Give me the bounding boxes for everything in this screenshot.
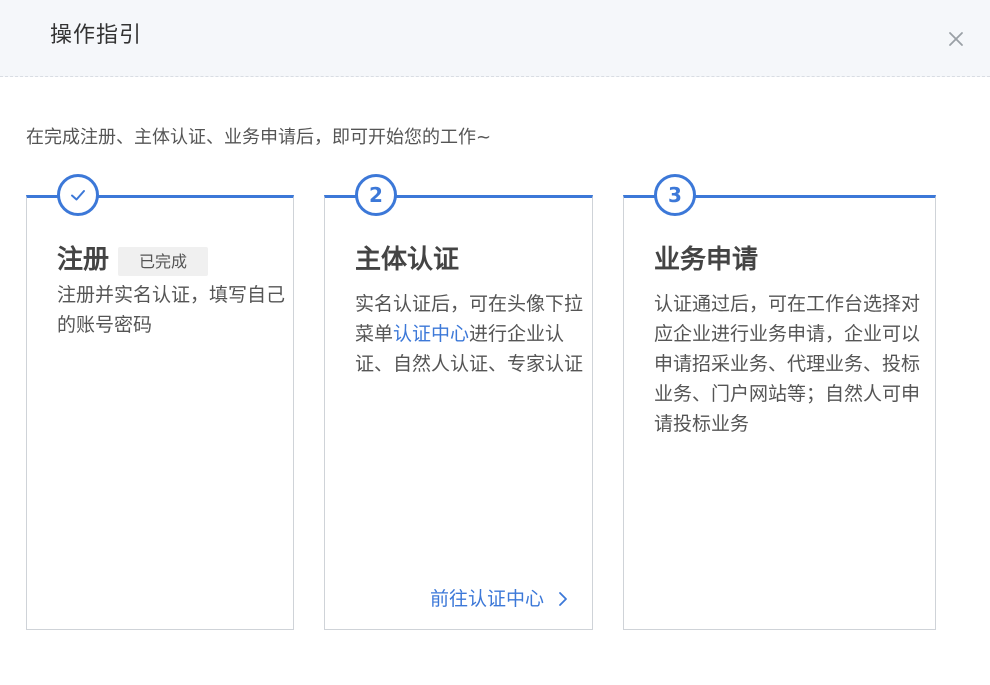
step-2-circle: 2 bbox=[355, 174, 397, 216]
go-auth-center-link[interactable]: 前往认证中心 bbox=[430, 585, 570, 613]
close-button[interactable] bbox=[944, 27, 968, 51]
card-description: 注册并实名认证，填写自己的账号密码 bbox=[57, 284, 286, 336]
check-icon bbox=[71, 190, 85, 201]
step-card-entity-auth: 2 主体认证 实名认证后，可在头像下拉菜单认证中心进行企业认证、自然人认证、专家… bbox=[324, 174, 593, 630]
close-icon bbox=[949, 32, 963, 46]
auth-center-inline-link[interactable]: 认证中心 bbox=[393, 323, 469, 345]
chevron-right-icon bbox=[559, 592, 567, 606]
card-description: 实名认证后，可在头像下拉菜单认证中心进行企业认证、自然人认证、专家认证 bbox=[355, 289, 584, 379]
step-3-circle: 3 bbox=[654, 174, 696, 216]
guide-dialog: 操作指引 在完成注册、主体认证、业务申请后，即可开始您的工作~ 注册 已完成 注… bbox=[0, 0, 990, 685]
step-card-register: 注册 已完成 注册并实名认证，填写自己的账号密码 bbox=[26, 174, 294, 630]
step-card-business-apply: 3 业务申请 认证通过后，可在工作台选择对应企业进行业务申请，企业可以申请招采业… bbox=[623, 174, 936, 630]
card-title: 主体认证 bbox=[355, 245, 460, 275]
card-title: 业务申请 bbox=[654, 245, 759, 275]
card-description: 认证通过后，可在工作台选择对应企业进行业务申请，企业可以申请招采业务、代理业务、… bbox=[654, 293, 921, 435]
status-badge: 已完成 bbox=[118, 247, 208, 276]
dialog-title: 操作指引 bbox=[50, 23, 143, 48]
dialog-header: 操作指引 bbox=[0, 0, 990, 77]
step-1-circle bbox=[57, 174, 99, 216]
go-auth-center-label: 前往认证中心 bbox=[429, 588, 544, 610]
intro-text: 在完成注册、主体认证、业务申请后，即可开始您的工作~ bbox=[26, 127, 492, 148]
card-title: 注册 bbox=[57, 245, 110, 275]
